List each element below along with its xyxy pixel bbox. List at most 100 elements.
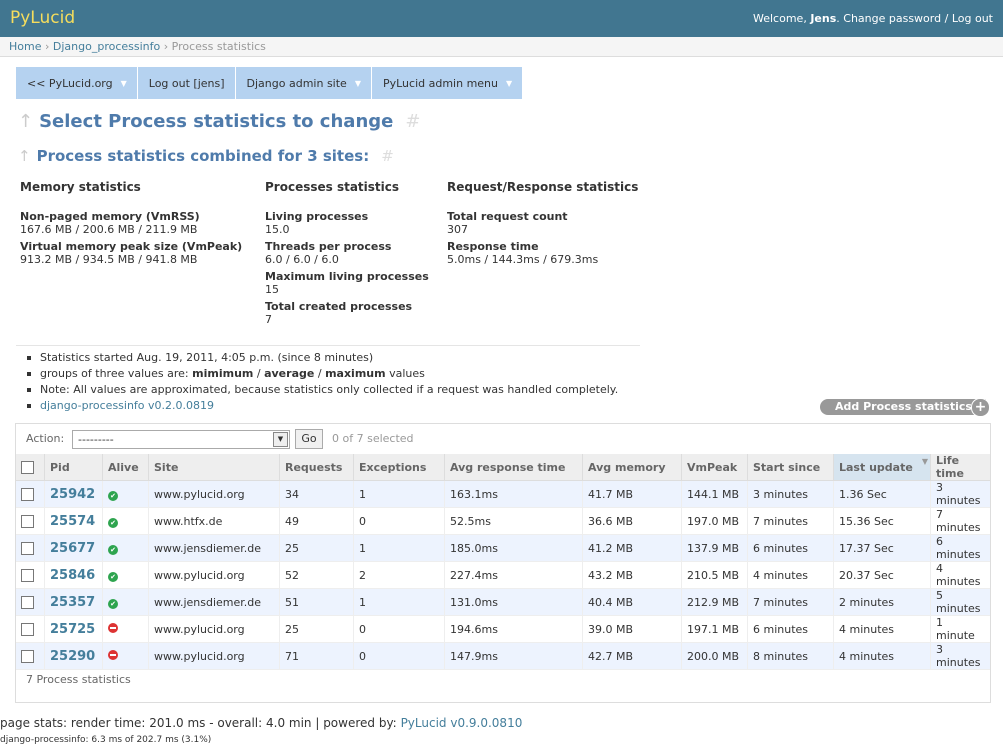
row-select-cell bbox=[16, 534, 45, 562]
row-checkbox[interactable] bbox=[21, 514, 34, 528]
vmpeak-cell: 212.9 MB bbox=[681, 588, 748, 616]
table-row: 25725 www.pylucid.org 25 0 194.6ms 39.0 MB 197… bbox=[16, 615, 990, 643]
column-header: Request/Response statistics bbox=[447, 180, 639, 194]
user-tools: Welcome, Jens. Change password / Log out bbox=[753, 12, 993, 25]
processinfo-stats: django-processinfo: 6.3 ms of 202.7 ms (… bbox=[0, 735, 212, 745]
stop-icon bbox=[108, 649, 118, 660]
select-all-header bbox=[16, 454, 45, 481]
last-update-cell: 4 minutes bbox=[833, 615, 931, 643]
logout-link[interactable]: Log out bbox=[952, 12, 993, 25]
stat-living-processes: Living processes 15.0 bbox=[265, 210, 369, 236]
column-header-avg-response[interactable]: Avg response time bbox=[444, 454, 583, 481]
vmpeak-cell: 197.0 MB bbox=[681, 507, 748, 535]
notes-list: Statistics started Aug. 19, 2011, 4:05 p… bbox=[26, 350, 618, 414]
select-all-checkbox[interactable] bbox=[21, 460, 34, 474]
separator: / bbox=[944, 12, 949, 25]
stop-icon bbox=[108, 622, 118, 633]
pid-link[interactable]: 25942 bbox=[50, 487, 95, 502]
row-checkbox[interactable] bbox=[21, 595, 34, 609]
avg-response-cell: 227.4ms bbox=[444, 561, 583, 589]
exceptions-cell: 0 bbox=[353, 507, 445, 535]
column-header: Processes statistics bbox=[265, 180, 400, 194]
column-header-life-time[interactable]: Life time bbox=[930, 454, 990, 481]
pid-link[interactable]: 25574 bbox=[50, 514, 95, 529]
pid-link[interactable]: 25725 bbox=[50, 622, 95, 637]
check-icon: ✔ bbox=[108, 517, 118, 528]
anchor-icon[interactable]: # bbox=[381, 147, 394, 165]
up-arrow-icon[interactable]: ↑ bbox=[18, 111, 33, 132]
life-time-cell: 3 minutes bbox=[930, 480, 990, 508]
request-response-statistics: Request/Response statistics Total reques… bbox=[447, 180, 638, 266]
exceptions-cell: 1 bbox=[353, 480, 445, 508]
row-checkbox[interactable] bbox=[21, 649, 34, 663]
breadcrumb-current: Process statistics bbox=[171, 40, 266, 53]
row-checkbox[interactable] bbox=[21, 568, 34, 582]
avg-memory-cell: 43.2 MB bbox=[582, 561, 682, 589]
site-cell: www.pylucid.org bbox=[148, 642, 280, 670]
pid-link[interactable]: 25677 bbox=[50, 541, 95, 556]
results-table: Pid Alive Site Requests Exceptions Avg r… bbox=[16, 454, 990, 670]
column-header-start-since[interactable]: Start since bbox=[747, 454, 834, 481]
avg-memory-cell: 40.4 MB bbox=[582, 588, 682, 616]
table-row: 25357 ✔ www.jensdiemer.de 51 1 131.0ms 40.4 MB… bbox=[16, 588, 990, 616]
vmpeak-cell: 200.0 MB bbox=[681, 642, 748, 670]
vmpeak-cell: 137.9 MB bbox=[681, 534, 748, 562]
stat-vmpeak: Virtual memory peak size (VmPeak) 913.2 … bbox=[20, 240, 243, 266]
column-header-pid[interactable]: Pid bbox=[44, 454, 103, 481]
anchor-icon[interactable]: # bbox=[405, 111, 420, 132]
powered-by-link[interactable]: PyLucid v0.9.0.0810 bbox=[401, 716, 523, 730]
up-arrow-icon[interactable]: ↑ bbox=[18, 147, 31, 165]
pid-link[interactable]: 25357 bbox=[50, 595, 95, 610]
breadcrumb-app[interactable]: Django_processinfo bbox=[53, 40, 160, 53]
username: Jens bbox=[810, 12, 837, 25]
table-body: 25942 ✔ www.pylucid.org 34 1 163.1ms 41.7 MB 14… bbox=[16, 480, 990, 670]
exceptions-cell: 1 bbox=[353, 534, 445, 562]
exceptions-cell: 2 bbox=[353, 561, 445, 589]
processinfo-version-link[interactable]: django-processinfo v0.2.0.0819 bbox=[40, 399, 214, 412]
row-checkbox[interactable] bbox=[21, 622, 34, 636]
vmpeak-cell: 210.5 MB bbox=[681, 561, 748, 589]
column-header-site[interactable]: Site bbox=[148, 454, 280, 481]
processes-statistics: Processes statistics Living processes 15… bbox=[265, 180, 429, 326]
column-header-alive[interactable]: Alive bbox=[102, 454, 149, 481]
vmpeak-cell: 144.1 MB bbox=[681, 480, 748, 508]
column-header-avg-memory[interactable]: Avg memory bbox=[582, 454, 682, 481]
row-checkbox[interactable] bbox=[21, 487, 34, 501]
memory-statistics: Memory statistics Non-paged memory (VmRS… bbox=[20, 180, 242, 266]
column-header-last-update[interactable]: Last update ▼ bbox=[833, 454, 931, 481]
last-update-cell: 20.37 Sec bbox=[833, 561, 931, 589]
menu-item-pylucid-org[interactable]: << PyLucid.org ▼ bbox=[16, 67, 138, 99]
breadcrumb-home[interactable]: Home bbox=[9, 40, 41, 53]
change-password-link[interactable]: Change password bbox=[843, 12, 941, 25]
chevron-down-icon: ▼ bbox=[273, 432, 288, 447]
column-header-vmpeak[interactable]: VmPeak bbox=[681, 454, 748, 481]
requests-cell: 52 bbox=[279, 561, 354, 589]
menu-item-pylucid-admin[interactable]: PyLucid admin menu ▼ bbox=[371, 67, 524, 99]
row-checkbox[interactable] bbox=[21, 541, 34, 555]
action-select[interactable]: --------- ▼ bbox=[72, 430, 290, 449]
pid-link[interactable]: 25846 bbox=[50, 568, 95, 583]
alive-cell: ✔ bbox=[102, 480, 149, 508]
pid-link[interactable]: 25290 bbox=[50, 649, 95, 664]
requests-cell: 71 bbox=[279, 642, 354, 670]
site-cell: www.pylucid.org bbox=[148, 480, 280, 508]
life-time-cell: 5 minutes bbox=[930, 588, 990, 616]
column-header-requests[interactable]: Requests bbox=[279, 454, 354, 481]
pid-cell: 25357 bbox=[44, 588, 103, 616]
site-cell: www.pylucid.org bbox=[148, 561, 280, 589]
alive-cell bbox=[102, 642, 149, 670]
column-header-exceptions[interactable]: Exceptions bbox=[353, 454, 445, 481]
welcome-text: Welcome, bbox=[753, 12, 807, 25]
menu-item-django-admin[interactable]: Django admin site ▼ bbox=[235, 67, 372, 99]
go-button[interactable]: Go bbox=[295, 429, 323, 449]
avg-response-cell: 185.0ms bbox=[444, 534, 583, 562]
menu-item-label: Django admin site bbox=[246, 76, 347, 90]
menu-item-logout[interactable]: Log out [jens] bbox=[137, 67, 236, 99]
selection-counter: 0 of 7 selected bbox=[332, 432, 414, 445]
add-process-statistics-button[interactable]: Add Process statistics + bbox=[820, 398, 990, 417]
admin-menu: << PyLucid.org ▼ Log out [jens] Django a… bbox=[16, 67, 524, 99]
avg-memory-cell: 41.7 MB bbox=[582, 480, 682, 508]
row-select-cell bbox=[16, 480, 45, 508]
note-groups: groups of three values are: mimimum / av… bbox=[26, 366, 618, 382]
start-since-cell: 6 minutes bbox=[747, 534, 834, 562]
